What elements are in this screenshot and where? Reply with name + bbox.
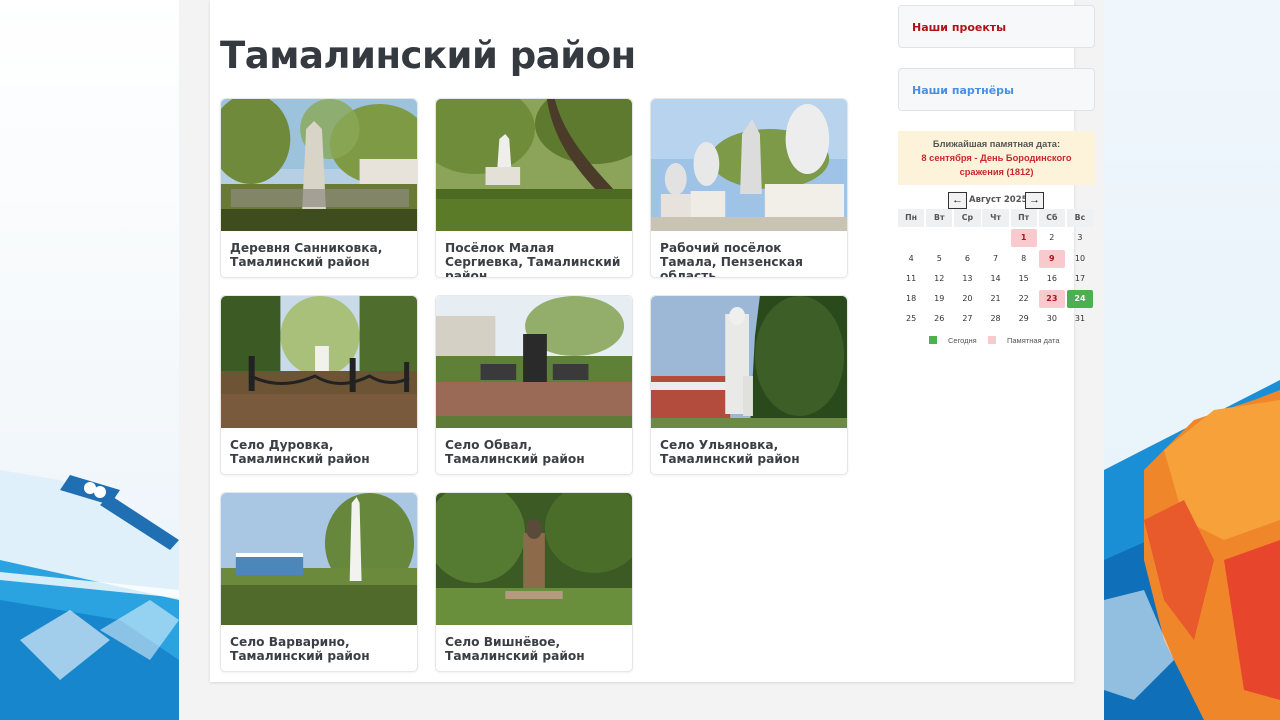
calendar-day[interactable]: 17 — [1067, 270, 1093, 288]
calendar-week-row: 4 5 6 7 8 9 10 — [898, 247, 1095, 268]
calendar-day[interactable]: 3 — [1067, 229, 1093, 247]
calendar-day[interactable]: 30 — [1039, 310, 1065, 328]
calendar-weeks: 1 2 3 4 5 6 7 8 9 10 11 12 13 14 15 16 17 18 19 20 21 22 23 24 2… — [898, 227, 1095, 328]
monument-card[interactable]: Деревня Санниковка, Тамалинский район — [220, 98, 418, 278]
monument-caption: Село Варварино, Тамалинский район — [230, 635, 370, 663]
monument-wall-photo[interactable] — [221, 493, 417, 625]
monument-card[interactable]: Село Обвал, Тамалинский район — [435, 295, 633, 475]
monument-park-photo[interactable] — [436, 99, 632, 231]
legend-today-label: Сегодня — [948, 336, 977, 345]
monument-caption: Село Ульяновка, Тамалинский район — [660, 438, 800, 466]
memorial-date-label: Ближайшая памятная дата: — [932, 139, 1061, 149]
monument-bust-photo[interactable] — [436, 493, 632, 625]
memorial-date-line2: сражения (1812) — [959, 167, 1034, 177]
background-left-decoration — [0, 0, 179, 720]
calendar-day[interactable]: 20 — [954, 290, 980, 308]
monument-stele-photo[interactable] — [436, 296, 632, 428]
monument-card[interactable]: Посёлок Малая Сергиевка, Тамалинский рай… — [435, 98, 633, 278]
monument-card[interactable]: Село Варварино, Тамалинский район — [220, 492, 418, 672]
calendar-day[interactable]: 8 — [1011, 250, 1037, 268]
calendar-day[interactable]: 26 — [926, 310, 952, 328]
monument-fenced-photo[interactable] — [221, 296, 417, 428]
weekday-label: Чт — [982, 209, 1009, 227]
calendar-day[interactable]: 27 — [954, 310, 980, 328]
background-right-decoration — [1104, 0, 1280, 720]
monument-card[interactable]: Село Дуровка, Тамалинский район — [220, 295, 418, 475]
calendar-day[interactable]: 15 — [1011, 270, 1037, 288]
calendar-month-label: Август 2025 — [969, 195, 1028, 205]
content-card: Тамалинский район Деревня Санниковка, Та… — [210, 0, 1095, 682]
monument-caption: Село Дуровка, Тамалинский район — [230, 438, 370, 466]
calendar-legend: Сегодня Памятная дата — [898, 334, 1095, 346]
calendar-day[interactable]: 10 — [1067, 250, 1093, 268]
our-projects-link[interactable]: Наши проекты — [898, 5, 1095, 48]
monument-obelisk-photo[interactable] — [221, 99, 417, 231]
calendar-week-row: 18 19 20 21 22 23 24 — [898, 288, 1095, 309]
memorial-date-notice: Ближайшая памятная дата: 8 сентября - Де… — [898, 131, 1095, 185]
calendar-week-row: 25 26 27 28 29 30 31 — [898, 308, 1095, 328]
weekday-label: Вт — [926, 209, 953, 227]
calendar-day[interactable]: 23 — [1038, 290, 1065, 309]
weekday-label: Сб — [1038, 209, 1065, 227]
monument-caption: Посёлок Малая Сергиевка, Тамалинский рай… — [445, 241, 621, 278]
calendar-day[interactable]: 2 — [1039, 229, 1065, 247]
monument-card[interactable]: Село Ульяновка, Тамалинский район — [650, 295, 848, 475]
calendar-day[interactable]: 29 — [1011, 310, 1037, 328]
calendar-day[interactable]: 28 — [982, 310, 1008, 328]
calendar-day[interactable]: 24 — [1066, 290, 1094, 309]
calendar-day[interactable]: 22 — [1011, 290, 1037, 308]
monument-statue-photo[interactable] — [651, 296, 847, 428]
monument-caption: Рабочий посёлок Тамала, Пензенская облас… — [660, 241, 803, 278]
calendar-day[interactable]: 13 — [954, 270, 980, 288]
monument-card[interactable]: Село Вишнёвое, Тамалинский район — [435, 492, 633, 672]
calendar-day[interactable]: 4 — [898, 250, 924, 268]
legend-memorial-label: Памятная дата — [1007, 336, 1060, 345]
calendar-day[interactable]: 7 — [982, 250, 1008, 268]
calendar-day[interactable]: 14 — [982, 270, 1008, 288]
monument-busts-photo[interactable] — [651, 99, 847, 231]
weekday-label: Вс — [1066, 209, 1094, 227]
calendar-next-button[interactable]: → — [1025, 192, 1044, 209]
memorial-swatch — [988, 336, 996, 344]
calendar-navigation: ← Август 2025 → — [898, 192, 1095, 209]
weekday-label: Пн — [898, 209, 925, 227]
calendar-day[interactable]: 12 — [926, 270, 952, 288]
calendar-weekday-header: Пн Вт Ср Чт Пт Сб Вс — [898, 209, 1095, 227]
calendar-day[interactable]: 11 — [898, 270, 924, 288]
monument-card[interactable]: Рабочий посёлок Тамала, Пензенская облас… — [650, 98, 848, 278]
monument-caption: Село Вишнёвое, Тамалинский район — [445, 635, 585, 663]
calendar-day[interactable]: 25 — [898, 310, 924, 328]
calendar-day[interactable]: 21 — [982, 290, 1008, 308]
calendar-week-row: 11 12 13 14 15 16 17 — [898, 268, 1095, 288]
calendar-day[interactable]: 9 — [1038, 249, 1065, 268]
calendar-week-row: 123 — [898, 227, 1095, 248]
calendar-day[interactable]: 1 — [1010, 229, 1037, 248]
today-swatch — [929, 336, 937, 344]
calendar-prev-button[interactable]: ← — [948, 192, 967, 209]
calendar-day[interactable]: 16 — [1039, 270, 1065, 288]
memorial-date-line1: 8 сентября - День Бородинского — [921, 153, 1072, 163]
page-background: Тамалинский район Деревня Санниковка, Та… — [179, 0, 1104, 720]
calendar-day[interactable]: 31 — [1067, 310, 1093, 328]
calendar-day[interactable]: 6 — [954, 250, 980, 268]
monument-caption: Село Обвал, Тамалинский район — [445, 438, 585, 466]
calendar-grid: Пн Вт Ср Чт Пт Сб Вс 1 2 3 4 5 6 7 8 9 10 11 12 13 14… — [898, 209, 1095, 328]
page-title: Тамалинский район — [220, 34, 636, 77]
weekday-label: Ср — [954, 209, 981, 227]
calendar-day[interactable]: 18 — [898, 290, 924, 308]
our-partners-link[interactable]: Наши партнёры — [898, 68, 1095, 111]
calendar-day[interactable]: 19 — [926, 290, 952, 308]
weekday-label: Пт — [1010, 209, 1037, 227]
calendar-day[interactable]: 5 — [926, 250, 952, 268]
monument-caption: Деревня Санниковка, Тамалинский район — [230, 241, 383, 269]
